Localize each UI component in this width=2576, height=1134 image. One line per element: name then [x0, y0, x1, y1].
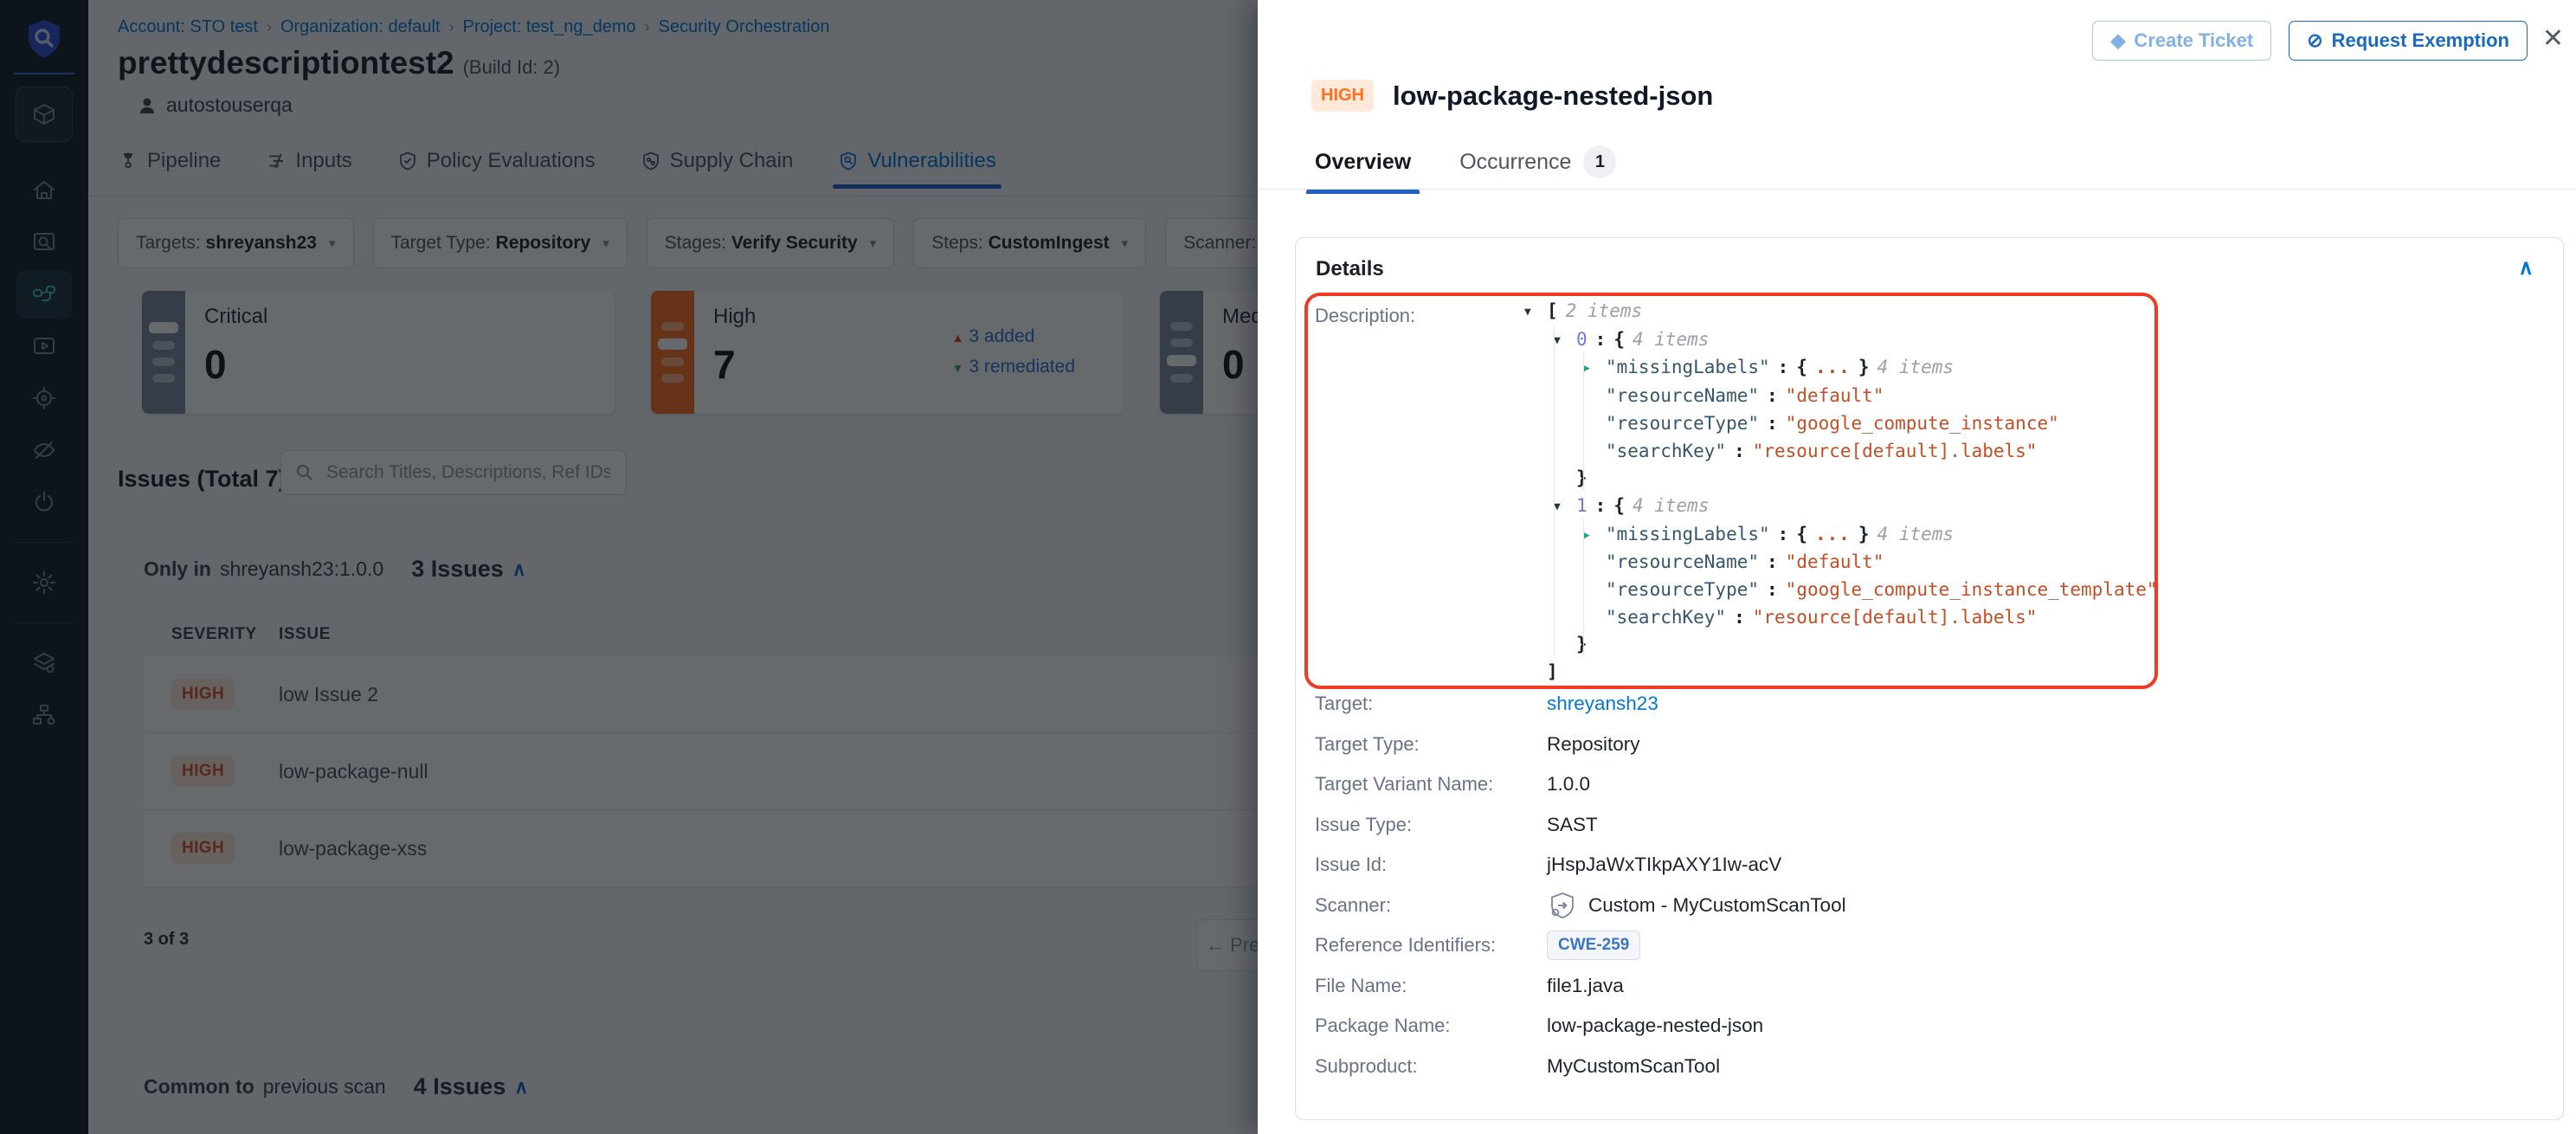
field-value: low-package-nested-json [1547, 1015, 1763, 1037]
field-label: Reference Identifiers: [1315, 934, 1547, 957]
field-label: Issue Id: [1315, 854, 1547, 876]
request-exemption-button[interactable]: ⊘ Request Exemption [2289, 21, 2528, 61]
field-label: Target Variant Name: [1315, 773, 1547, 796]
field-value: SAST [1547, 814, 1598, 836]
json-line: "searchKey":"resource[default].labels" [1547, 438, 2166, 466]
field-label: Scanner: [1315, 894, 1547, 917]
field-label: Package Name: [1315, 1015, 1547, 1037]
issue-fields: Target:shreyansh23Target Type:Repository… [1315, 684, 2541, 1086]
cwe-chip[interactable]: CWE-259 [1547, 931, 1640, 960]
field-label: Issue Type: [1315, 814, 1547, 836]
create-ticket-button[interactable]: ◆ Create Ticket [2092, 21, 2271, 61]
expand-triangle-icon[interactable]: ▶ [1583, 355, 1602, 383]
issue-name: low-package-nested-json [1393, 81, 1713, 112]
json-viewer[interactable]: ▼[2 items▼0:{4 items▶"missingLabels":{..… [1547, 298, 2166, 686]
collapse-triangle-icon[interactable]: ▼ [1524, 299, 1543, 326]
description-label: Description: [1315, 305, 1415, 327]
collapse-triangle-icon[interactable]: ▼ [1554, 327, 1573, 355]
field-label: File Name: [1315, 975, 1547, 997]
json-line: } [1547, 631, 2166, 659]
json-line: ] [1547, 659, 2166, 686]
field-row-issue-type: Issue Type:SAST [1315, 805, 2541, 846]
field-row-reference-identifiers: Reference Identifiers:CWE-259 [1315, 925, 2541, 966]
json-line: ▼[2 items [1547, 298, 2166, 326]
json-indent-guide [1583, 518, 1584, 654]
json-line: "resourceType":"google_compute_instance" [1547, 410, 2166, 438]
json-line: ▶"missingLabels":{...}4 items [1547, 521, 2166, 550]
field-row-file-name: File Name:file1.java [1315, 966, 2541, 1007]
field-row-target-variant-name: Target Variant Name:1.0.0 [1315, 764, 2541, 805]
json-line: "resourceName":"default" [1547, 383, 2166, 410]
json-line: "resourceType":"google_compute_instance_… [1547, 577, 2166, 604]
field-value: Repository [1547, 733, 1640, 756]
field-value: MyCustomScanTool [1547, 1055, 1720, 1078]
field-row-issue-id: Issue Id:jHspJaWxTIkpAXY1Iw-acV [1315, 845, 2541, 886]
field-row-scanner: Scanner:Custom - MyCustomScanTool [1315, 886, 2541, 926]
drawer-actions: ◆ Create Ticket ⊘ Request Exemption [2092, 21, 2528, 61]
json-line: } [1547, 465, 2166, 493]
drawer-tabs: Overview Occurrence1 [1315, 145, 1616, 194]
issue-details-drawer: ◆ Create Ticket ⊘ Request Exemption ✕ HI… [1258, 0, 2576, 1134]
occurrence-count-badge: 1 [1583, 145, 1616, 178]
field-value: file1.java [1547, 975, 1624, 997]
expand-triangle-icon[interactable]: ▶ [1583, 522, 1602, 550]
field-row-package-name: Package Name:low-package-nested-json [1315, 1006, 2541, 1047]
drawer-tab-overview[interactable]: Overview [1315, 145, 1411, 194]
field-label: Subproduct: [1315, 1055, 1547, 1078]
exemption-slash-icon: ⊘ [2307, 29, 2322, 52]
field-value: 1.0.0 [1547, 773, 1590, 796]
collapse-triangle-icon[interactable]: ▼ [1554, 493, 1573, 521]
field-row-subproduct: Subproduct:MyCustomScanTool [1315, 1047, 2541, 1087]
json-line: ▶"missingLabels":{...}4 items [1547, 354, 2166, 383]
json-line: ▼1:{4 items [1547, 493, 2166, 521]
field-row-target-type: Target Type:Repository [1315, 725, 2541, 765]
drawer-tab-occurrence[interactable]: Occurrence1 [1459, 145, 1616, 194]
issue-title-row: HIGH low-package-nested-json [1311, 80, 1713, 112]
details-heading: Details [1316, 257, 1384, 281]
close-icon[interactable]: ✕ [2542, 26, 2564, 52]
json-indent-guide [1554, 325, 1555, 654]
field-value-link[interactable]: shreyansh23 [1547, 693, 1658, 715]
json-line: "resourceName":"default" [1547, 549, 2166, 577]
sto-vulnerabilities-page: Account: STO test›Organization: default›… [0, 0, 2576, 1134]
json-line: "searchKey":"resource[default].labels" [1547, 604, 2166, 632]
json-line: ▼0:{4 items [1547, 326, 2166, 355]
field-row-target: Target:shreyansh23 [1315, 684, 2541, 725]
drawer-tabs-divider [1258, 189, 2576, 190]
severity-badge: HIGH [1311, 80, 1374, 112]
scanner-shield-icon [1547, 890, 1578, 921]
ticket-diamond-icon: ◆ [2110, 29, 2125, 52]
json-indent-guide [1583, 352, 1584, 490]
field-value: jHspJaWxTIkpAXY1Iw-acV [1547, 854, 1781, 876]
field-label: Target: [1315, 693, 1547, 715]
field-label: Target Type: [1315, 733, 1547, 756]
collapse-chevron-icon[interactable]: ∧ [2518, 255, 2534, 280]
